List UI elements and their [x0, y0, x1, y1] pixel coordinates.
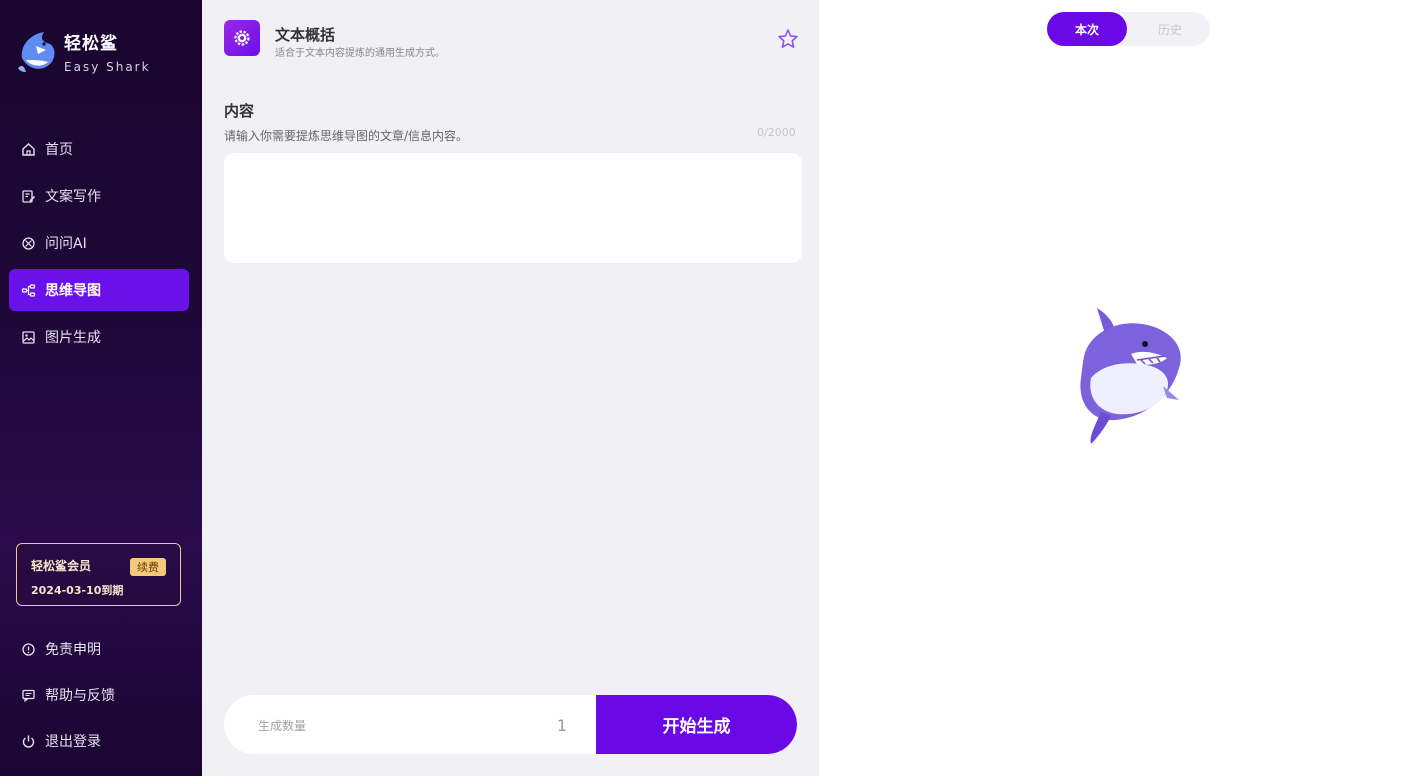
nav-item-copywriting[interactable]: 文案写作 — [9, 175, 189, 217]
tool-description: 适合于文本内容提炼的通用生成方式。 — [275, 48, 445, 59]
content-textarea[interactable] — [224, 153, 802, 263]
power-icon — [21, 734, 36, 749]
nav-item-label: 思维导图 — [45, 283, 101, 299]
brand[interactable]: 轻松鲨 Easy Shark — [16, 28, 151, 74]
home-icon — [21, 142, 36, 157]
nav-item-label: 免责申明 — [45, 642, 101, 658]
nav-item-logout[interactable]: 退出登录 — [9, 720, 189, 762]
content-label: 内容 — [224, 102, 255, 120]
result-panel: 本次 历史 — [819, 0, 1420, 776]
generate-bar: 生成数量 开始生成 — [224, 695, 797, 754]
shark-mascot-icon — [1080, 308, 1181, 444]
nav-item-label: 图片生成 — [45, 330, 101, 346]
tab-current[interactable]: 本次 — [1047, 12, 1127, 46]
shark-logo-icon — [18, 32, 55, 72]
ai-icon — [21, 236, 36, 251]
nav-item-label: 首页 — [45, 142, 73, 158]
input-panel: 文本概括 适合于文本内容提炼的通用生成方式。 内容 请输入你需要提炼思维导图的文… — [202, 0, 819, 776]
info-icon — [21, 642, 36, 657]
tool-title: 文本概括 — [275, 26, 336, 44]
mindmap-icon — [21, 283, 36, 298]
renew-button[interactable]: 续费 — [130, 558, 166, 576]
brand-subtitle: Easy Shark — [64, 59, 151, 74]
nav-item-image-gen[interactable]: 图片生成 — [9, 316, 189, 358]
char-count: 0/2000 — [757, 126, 796, 139]
quantity-label: 生成数量 — [258, 719, 307, 733]
edit-icon — [21, 189, 36, 204]
nav-item-disclaimer[interactable]: 免责申明 — [9, 628, 189, 670]
main-nav: 首页 文案写作 问问AI 思维导图 图片生成 — [9, 128, 189, 363]
tab-history[interactable]: 历史 — [1130, 12, 1210, 46]
start-generate-button[interactable]: 开始生成 — [596, 695, 797, 754]
gear-icon — [224, 20, 260, 56]
nav-item-mindmap[interactable]: 思维导图 — [9, 269, 189, 311]
nav-item-help-feedback[interactable]: 帮助与反馈 — [9, 674, 189, 716]
nav-item-label: 退出登录 — [45, 734, 101, 750]
membership-expiry: 2024-03-10到期 — [31, 584, 124, 597]
result-tabs: 本次 历史 — [1047, 12, 1210, 46]
quantity-input[interactable] — [542, 711, 582, 739]
bottom-nav: 免责申明 帮助与反馈 退出登录 — [9, 628, 189, 766]
content-hint: 请输入你需要提炼思维导图的文章/信息内容。 — [224, 129, 469, 143]
brand-name: 轻松鲨 — [64, 33, 118, 54]
membership-card[interactable]: 轻松鲨会员 2024-03-10到期 续费 — [16, 543, 181, 606]
image-icon — [21, 330, 36, 345]
nav-item-label: 问问AI — [45, 236, 87, 252]
sidebar: 轻松鲨 Easy Shark 首页 文案写作 问问AI 思维导图 图片生成 轻松… — [0, 0, 202, 776]
feedback-icon — [21, 688, 36, 703]
nav-item-home[interactable]: 首页 — [9, 128, 189, 170]
nav-item-ask-ai[interactable]: 问问AI — [9, 222, 189, 264]
nav-item-label: 文案写作 — [45, 189, 101, 205]
star-icon[interactable] — [777, 28, 799, 50]
nav-item-label: 帮助与反馈 — [45, 688, 115, 704]
tool-header: 文本概括 适合于文本内容提炼的通用生成方式。 — [224, 20, 799, 60]
